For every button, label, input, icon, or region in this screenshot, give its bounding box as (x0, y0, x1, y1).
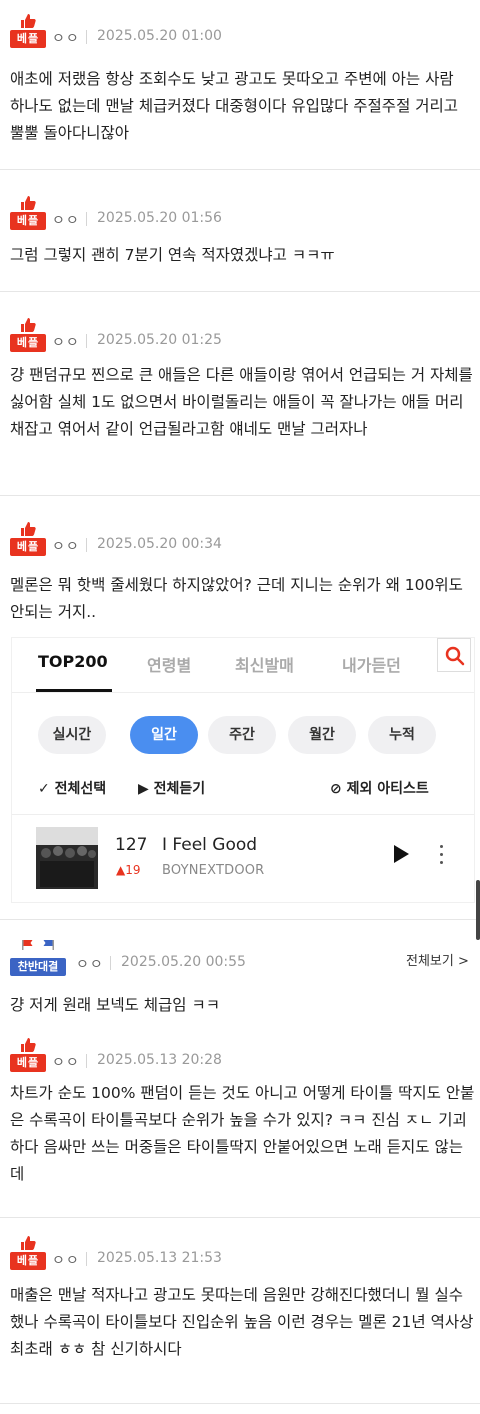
search-icon (445, 646, 465, 666)
thumbs-up-icon (21, 522, 36, 536)
thumbs-up-icon (21, 196, 36, 210)
blue-flag-icon (43, 940, 54, 950)
divider (86, 1054, 87, 1068)
comment-date: 2025.05.13 20:28 (97, 1052, 222, 1068)
comment-date: 2025.05.20 01:56 (97, 210, 222, 226)
tab-recently-played[interactable]: 내가듣던 (342, 652, 401, 676)
rank-change: ▲19 (116, 863, 141, 877)
best-badge: 베플 (10, 1038, 46, 1074)
comment-author: ㅇㅇ (52, 539, 80, 555)
select-all-button[interactable]: ✓ 전체선택 (38, 778, 106, 798)
comment-text: 애초에 저랬음 항상 조회수도 낮고 광고도 못따오고 주변에 아는 사람 하나… (10, 70, 459, 142)
comment-header: 찬반대결 ㅇㅇ 2025.05.20 00:55 (10, 940, 470, 976)
comment-header: 베플 ㅇㅇ 2025.05.13 21:53 (10, 1236, 470, 1272)
comment-author: ㅇㅇ (52, 335, 80, 351)
comment-author: ㅇㅇ (52, 213, 80, 229)
comment-date: 2025.05.20 00:34 (97, 536, 222, 552)
song-artist: BOYNEXTDOOR (162, 863, 265, 878)
best-badge-label: 베플 (10, 1252, 46, 1270)
comment-author: ㅇㅇ (52, 1253, 80, 1269)
divider (86, 1252, 87, 1266)
search-button[interactable] (437, 638, 471, 672)
comment-item: 베플 ㅇㅇ 2025.05.20 01:00 애초에 저랬음 항상 조회수도 낮… (0, 0, 480, 170)
album-art (36, 827, 98, 889)
divider (86, 212, 87, 226)
comment-date: 2025.05.13 21:53 (97, 1250, 222, 1266)
more-options-icon[interactable] (440, 845, 444, 865)
best-badge-label: 베플 (10, 30, 46, 48)
period-cumulative[interactable]: 누적 (368, 716, 436, 754)
red-flag-icon (22, 940, 33, 950)
comment-date: 2025.05.20 00:55 (121, 954, 246, 970)
debate-badge-label: 찬반대결 (10, 958, 66, 976)
divider (110, 956, 111, 970)
comment-date: 2025.05.20 01:00 (97, 28, 222, 44)
thumbs-up-icon (21, 1038, 36, 1052)
song-title: I Feel Good (162, 835, 258, 855)
thumbs-up-icon (21, 1236, 36, 1250)
active-tab-indicator (36, 689, 112, 692)
divider (86, 334, 87, 348)
comment-text: 걍 저게 원래 보넥도 체급임 ㅋㅋ (10, 996, 221, 1014)
comment-item: 베플 ㅇㅇ 2025.05.13 20:28 차트가 순도 100% 팬덤이 듣… (0, 1028, 480, 1218)
best-badge: 베플 (10, 522, 46, 558)
best-badge: 베플 (10, 318, 46, 354)
comment-author: ㅇㅇ (52, 31, 80, 47)
period-daily[interactable]: 일간 (130, 716, 198, 754)
comment-text: 멜론은 뭐 핫백 줄세웠다 하지않았어? 근데 지니는 순위가 왜 100위도 … (10, 576, 463, 621)
debate-badge: 찬반대결 (10, 940, 66, 976)
comment-text: 매출은 맨날 적자나고 광고도 못따는데 음원만 강해진다했더니 뭘 실수했나 … (10, 1286, 474, 1358)
best-badge-label: 베플 (10, 334, 46, 352)
best-badge: 베플 (10, 14, 46, 50)
comment-header: 베플 ㅇㅇ 2025.05.20 01:00 (10, 14, 470, 50)
comment-header: 베플 ㅇㅇ 2025.05.20 01:25 (10, 318, 470, 354)
tab-new-release[interactable]: 최신발매 (235, 652, 294, 676)
comment-author: ㅇㅇ (52, 1055, 80, 1071)
best-badge-label: 베플 (10, 538, 46, 556)
comment-date: 2025.05.20 01:25 (97, 332, 222, 348)
chart-tabs: TOP200 연령별 최신발매 내가듣던 (12, 638, 474, 693)
best-badge-label: 베플 (10, 1054, 46, 1072)
best-badge: 베플 (10, 196, 46, 232)
exclude-artist-button[interactable]: ⊘ 제외 아티스트 (330, 778, 429, 798)
comment-text: 그럼 그렇지 괜히 7분기 연속 적자였겠냐고 ㅋㅋㅠ (10, 246, 335, 264)
comment-text: 걍 팬덤규모 찐으로 큰 애들은 다른 애들이랑 엮어서 언급되는 거 자체를 … (10, 366, 473, 438)
tab-age[interactable]: 연령별 (147, 652, 191, 676)
comment-item: 베플 ㅇㅇ 2025.05.20 01:56 그럼 그렇지 괜히 7분기 연속 … (0, 172, 480, 292)
play-all-button[interactable]: ▶ 전체듣기 (138, 778, 205, 798)
song-rank: 127 (115, 835, 148, 855)
best-badge: 베플 (10, 1236, 46, 1272)
comment-item: 베플 ㅇㅇ 2025.05.20 01:25 걍 팬덤규모 찐으로 큰 애들은 … (0, 294, 480, 496)
song-row[interactable]: 127 ▲19 I Feel Good BOYNEXTDOOR (12, 814, 474, 903)
comment-author: ㅇㅇ (76, 957, 104, 973)
comment-text: 차트가 순도 100% 팬덤이 듣는 것도 아니고 어떻게 타이틀 딱지도 안붙… (10, 1084, 475, 1183)
view-all-link[interactable]: 전체보기 > (406, 950, 469, 969)
thumbs-up-icon (21, 14, 36, 28)
thumbs-up-icon (21, 318, 36, 332)
period-realtime[interactable]: 실시간 (38, 716, 106, 754)
period-weekly[interactable]: 주간 (208, 716, 276, 754)
comment-header: 베플 ㅇㅇ 2025.05.20 00:34 (10, 522, 470, 558)
attached-chart-image: TOP200 연령별 최신발매 내가듣던 실시간 일간 주간 월간 누적 ✓ 전… (12, 638, 474, 902)
comment-header: 베플 ㅇㅇ 2025.05.20 01:56 (10, 196, 470, 232)
period-monthly[interactable]: 월간 (288, 716, 356, 754)
play-icon[interactable] (394, 845, 409, 863)
divider (86, 538, 87, 552)
comment-item: 찬반대결 ㅇㅇ 2025.05.20 00:55 걍 저게 원래 보넥도 체급임… (0, 922, 480, 1026)
best-badge-label: 베플 (10, 212, 46, 230)
tab-top200[interactable]: TOP200 (38, 652, 108, 671)
comment-header: 베플 ㅇㅇ 2025.05.13 20:28 (10, 1038, 470, 1074)
divider (86, 30, 87, 44)
comment-item: 베플 ㅇㅇ 2025.05.13 21:53 매출은 맨날 적자나고 광고도 못… (0, 1220, 480, 1404)
